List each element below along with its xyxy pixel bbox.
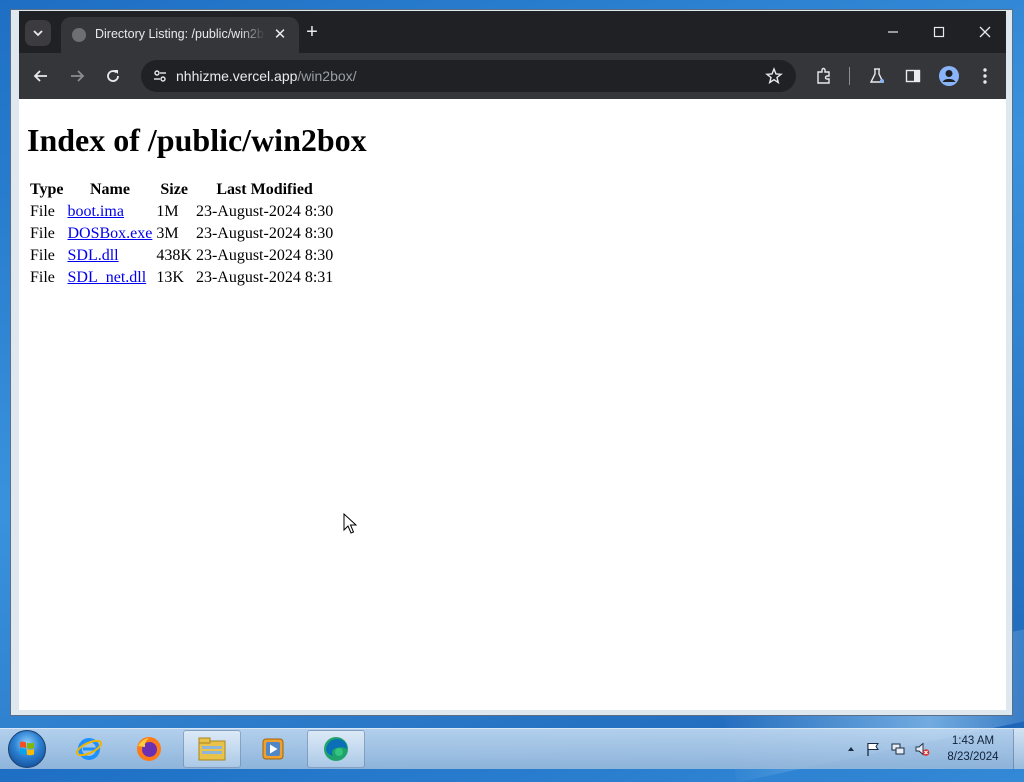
extensions-icon[interactable] (812, 64, 836, 88)
bookmark-star-icon[interactable] (764, 66, 784, 86)
cell-type: File (30, 247, 55, 264)
firefox-icon (137, 737, 161, 761)
labs-flask-icon[interactable] (865, 64, 889, 88)
table-row: File SDL.dll 438K 23-August-2024 8:30 (29, 246, 334, 266)
mouse-cursor-icon (343, 513, 357, 534)
cell-name: SDL.dll (66, 246, 153, 266)
menu-kebab-icon[interactable] (973, 64, 997, 88)
clock-date: 8/23/2024 (947, 751, 999, 763)
cell-type: File (30, 203, 55, 220)
page-title: Index of /public/win2box (27, 122, 367, 158)
taskbar-media-player[interactable] (244, 730, 302, 768)
show-desktop-button[interactable] (1013, 729, 1024, 769)
close-window-button[interactable] (965, 19, 1005, 45)
taskbar-firefox[interactable] (120, 730, 178, 768)
volume-muted-icon[interactable] (914, 741, 930, 757)
site-info-icon[interactable] (151, 67, 169, 85)
cell-name: SDL_net.dll (66, 268, 153, 288)
clock-time: 1:43 AM (951, 735, 995, 747)
url-path: /win2box/ (297, 68, 357, 84)
internet-explorer-icon (76, 738, 102, 760)
taskbar-edge[interactable] (307, 730, 365, 768)
show-hidden-icons-button[interactable] (843, 741, 859, 757)
page-content: Index of /public/win2box Type Name Size … (19, 99, 1006, 710)
cell-size: 438K (156, 247, 192, 264)
globe-icon (72, 28, 86, 42)
minimize-button[interactable] (873, 19, 913, 45)
edge-icon (324, 737, 348, 761)
maximize-icon (933, 26, 945, 38)
column-header-type: Type (30, 181, 64, 198)
file-link[interactable]: SDL.dll (67, 247, 118, 264)
cell-modified: 23-August-2024 8:30 (195, 225, 334, 242)
close-icon (979, 26, 991, 38)
cell-modified: 23-August-2024 8:31 (195, 269, 334, 286)
tab-close-icon[interactable]: ✕ (271, 26, 289, 44)
toolbar-separator (849, 67, 850, 85)
cell-type: File (30, 269, 55, 286)
side-panel-icon[interactable] (901, 64, 925, 88)
cell-size: 13K (156, 269, 184, 286)
address-bar[interactable]: nhhizme.vercel.app/win2box/ (141, 60, 796, 92)
tab-title: Directory Listing: /public/win2box (95, 27, 265, 41)
cell-size: 1M (156, 203, 179, 220)
media-player-icon (262, 738, 284, 760)
browser-frame: Directory Listing: /public/win2box ✕ + n… (19, 11, 1006, 99)
cell-modified: 23-August-2024 8:30 (195, 247, 334, 264)
table-row: File DOSBox.exe 3M 23-August-2024 8:30 (29, 224, 334, 244)
directory-table: Type Name Size Last Modified File boot.i… (27, 178, 336, 290)
table-row: File boot.ima 1M 23-August-2024 8:30 (29, 202, 334, 222)
cell-modified: 23-August-2024 8:30 (195, 203, 334, 220)
file-link[interactable]: SDL_net.dll (67, 269, 146, 286)
forward-button[interactable] (63, 62, 91, 90)
back-button[interactable] (27, 62, 55, 90)
windows-logo-icon (20, 741, 34, 756)
cell-type: File (30, 225, 55, 242)
system-clock[interactable]: 1:43 AM 8/23/2024 (936, 733, 1010, 765)
column-header-size: Size (160, 181, 188, 198)
arrow-left-icon (33, 70, 47, 82)
action-center-flag-icon[interactable] (865, 741, 881, 757)
new-tab-button[interactable]: + (301, 22, 323, 44)
maximize-button[interactable] (919, 19, 959, 45)
table-header-row: Type Name Size Last Modified (29, 180, 334, 200)
network-icon[interactable] (890, 741, 906, 757)
tab-search-button[interactable] (25, 20, 51, 46)
file-link[interactable]: boot.ima (67, 203, 123, 220)
file-link[interactable]: DOSBox.exe (67, 225, 152, 242)
column-header-modified: Last Modified (216, 181, 313, 198)
start-button[interactable] (8, 730, 46, 768)
taskbar-file-explorer[interactable] (183, 730, 241, 768)
arrow-right-icon (71, 70, 85, 82)
chevron-down-icon (33, 30, 43, 37)
reload-icon (107, 70, 119, 82)
browser-window: Directory Listing: /public/win2box ✕ + n… (10, 9, 1013, 716)
url-host: nhhizme.vercel.app (176, 68, 298, 84)
cell-size: 3M (156, 225, 179, 242)
column-header-name: Name (89, 181, 130, 198)
table-row: File SDL_net.dll 13K 23-August-2024 8:31 (29, 268, 334, 288)
taskbar-internet-explorer[interactable] (60, 730, 118, 768)
tab-active[interactable]: Directory Listing: /public/win2box ✕ (61, 17, 299, 53)
profile-avatar-icon[interactable] (937, 64, 961, 88)
browser-toolbar: nhhizme.vercel.app/win2box/ (19, 53, 1006, 99)
url-text: nhhizme.vercel.app/win2box/ (176, 68, 357, 84)
cell-name: boot.ima (66, 202, 153, 222)
file-explorer-icon (198, 737, 226, 761)
cell-name: DOSBox.exe (66, 224, 153, 244)
taskbar: 1:43 AM 8/23/2024 (0, 728, 1024, 769)
chevron-up-icon (848, 747, 854, 751)
tab-strip: Directory Listing: /public/win2box ✕ + (19, 11, 1006, 53)
minimize-icon (888, 31, 898, 33)
reload-button[interactable] (99, 62, 127, 90)
